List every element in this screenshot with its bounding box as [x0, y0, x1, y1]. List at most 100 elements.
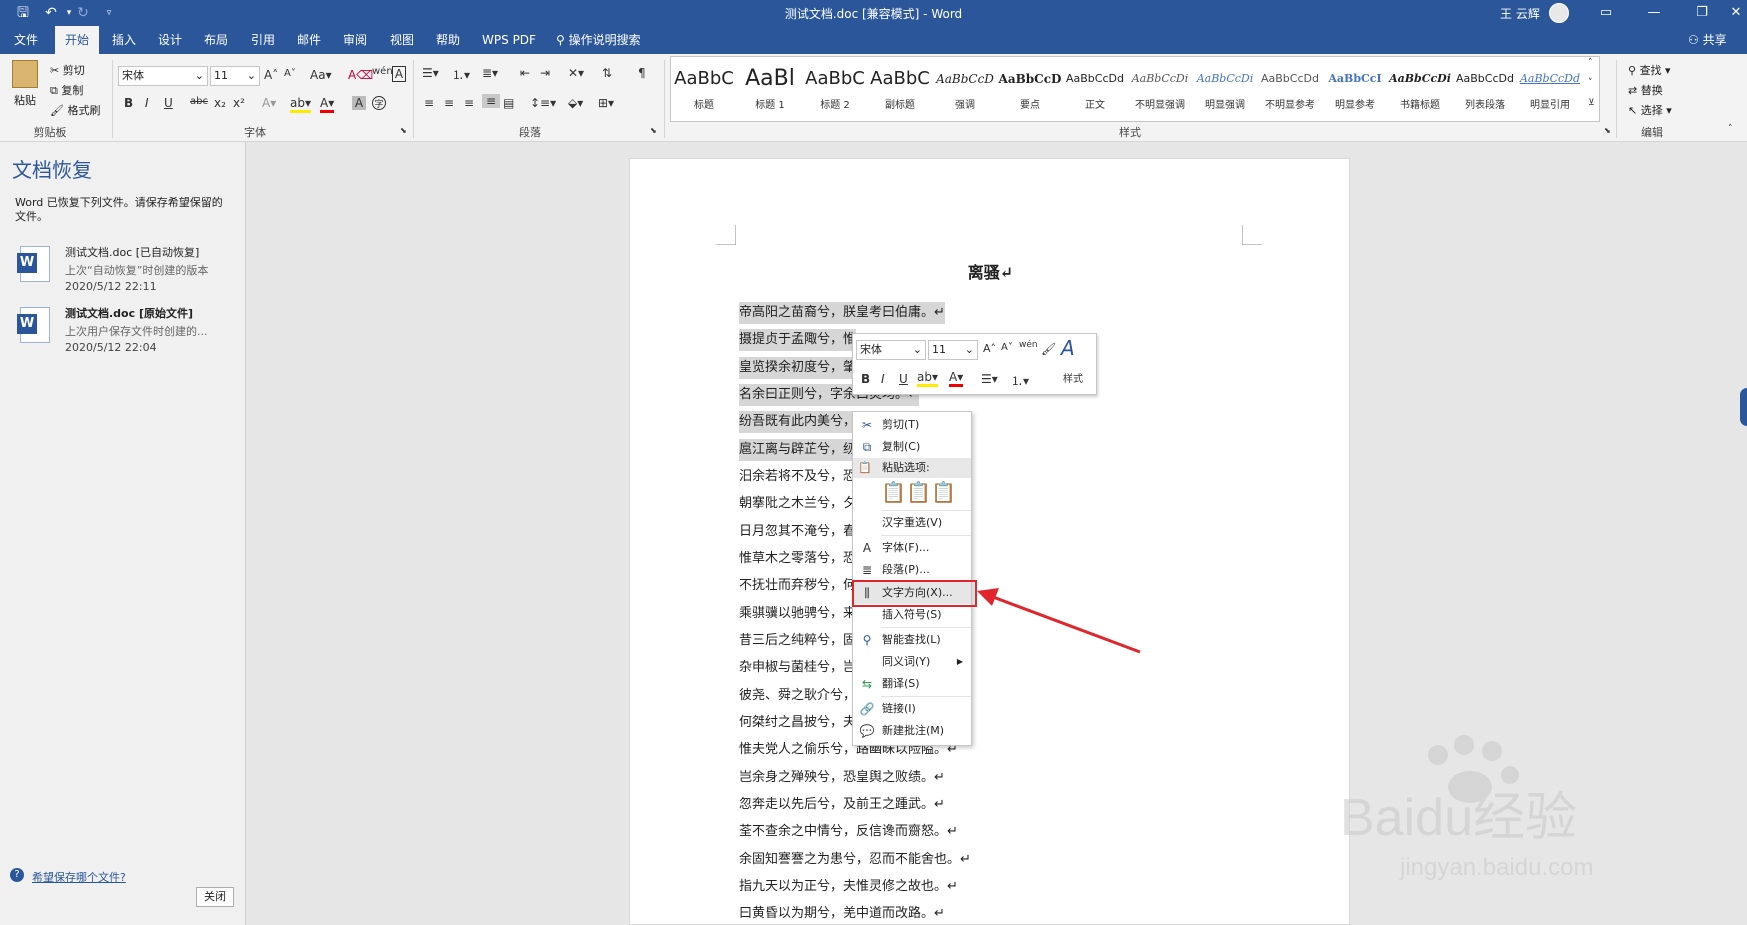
tab-home[interactable]: 开始	[55, 26, 99, 54]
decrease-indent-icon[interactable]: ⇤	[520, 66, 530, 80]
strikethrough-icon[interactable]: abc	[190, 96, 208, 107]
bold-icon[interactable]: B	[861, 372, 870, 386]
gallery-up-icon[interactable]: ˄	[1588, 58, 1593, 68]
chinese-layout-icon[interactable]: ✕▾	[568, 66, 584, 80]
style-title[interactable]: AaBbC 标题	[672, 62, 736, 120]
tab-design[interactable]: 设计	[150, 26, 190, 54]
font-color-icon[interactable]: A▾	[949, 370, 964, 387]
numbering-icon[interactable]: ⒈▾	[452, 66, 470, 83]
document-page[interactable]: 离骚↵ 帝高阳之苗裔兮，朕皇考曰伯庸。↵ 摄提贞于孟陬兮，惟 皇览揆余初度兮，肇…	[629, 158, 1350, 925]
menu-smart-lookup[interactable]: ⚲ 智能查找(L)	[853, 629, 971, 651]
bold-icon[interactable]: B	[124, 96, 133, 110]
style-intense-emphasis[interactable]: AaBbCcDi 明显强调	[1193, 62, 1257, 120]
tab-references[interactable]: 引用	[243, 26, 283, 54]
cut-button[interactable]: ✂ 剪切	[50, 62, 85, 78]
multilevel-list-icon[interactable]: ≣▾	[482, 66, 498, 80]
italic-icon[interactable]: I	[881, 372, 885, 386]
avatar[interactable]	[1549, 3, 1569, 23]
phonetic-guide-icon[interactable]: wén	[1019, 340, 1038, 350]
menu-insert-symbol[interactable]: 插入符号(S)	[853, 604, 971, 626]
superscript-icon[interactable]: x²	[233, 96, 245, 110]
bullets-icon[interactable]: ☰▾	[422, 66, 439, 80]
select-button[interactable]: ↖ 选择 ▾	[1628, 102, 1672, 118]
style-emphasis[interactable]: AaBbCcD 强调	[933, 62, 997, 120]
shading-icon[interactable]: ⬙▾	[568, 96, 583, 110]
font-color-icon[interactable]: A▾	[320, 96, 335, 113]
style-subtle-reference[interactable]: AaBbCcDd 不明显参考	[1258, 62, 1322, 120]
sort-icon[interactable]: ⇅	[602, 66, 612, 80]
style-normal[interactable]: AaBbCcDd 正文	[1063, 62, 1127, 120]
align-right-icon[interactable]: ≡	[464, 96, 474, 110]
align-center-icon[interactable]: ≡	[444, 96, 454, 110]
menu-translate[interactable]: ⇆ 翻译(S)	[853, 673, 971, 695]
style-heading2[interactable]: AaBbC 标题 2	[803, 62, 867, 120]
gallery-down-icon[interactable]: ˅	[1588, 78, 1593, 88]
character-shading-icon[interactable]: A	[352, 96, 366, 110]
paste-icon[interactable]	[12, 60, 38, 88]
style-subtitle[interactable]: AaBbC 副标题	[868, 62, 932, 120]
user-name[interactable]: 王 云辉	[1500, 5, 1540, 22]
tab-insert[interactable]: 插入	[104, 26, 144, 54]
menu-new-comment[interactable]: 💬 新建批注(M)	[853, 720, 971, 742]
menu-font[interactable]: A 字体(F)...	[853, 537, 971, 559]
numbering-icon[interactable]: ⒈▾	[1011, 372, 1029, 389]
font-size-combo[interactable]: 11 ⌄	[210, 66, 260, 86]
tab-layout[interactable]: 布局	[196, 26, 236, 54]
text-effects-icon[interactable]: A▾	[262, 96, 276, 110]
recovery-item[interactable]: W 测试文档.doc [已自动恢复] 上次“自动恢复”时创建的版本 2020/5…	[10, 242, 240, 300]
copy-button[interactable]: ⧉ 复制	[50, 82, 83, 98]
increase-indent-icon[interactable]: ⇥	[540, 66, 550, 80]
shrink-font-icon[interactable]: A˅	[1001, 342, 1013, 353]
mini-size-combo[interactable]: 11 ⌄	[928, 340, 978, 360]
styles-icon[interactable]: A	[1061, 336, 1075, 360]
style-intense-quote[interactable]: AaBbCcDd 明显引用	[1518, 62, 1582, 120]
change-case-icon[interactable]: Aa▾	[310, 68, 332, 82]
paste-button[interactable]: 粘贴	[14, 92, 36, 108]
grow-font-icon[interactable]: A˄	[983, 342, 996, 355]
style-subtle-emphasis[interactable]: AaBbCcDi 不明显强调	[1128, 62, 1192, 120]
show-marks-icon[interactable]: ¶	[638, 66, 646, 80]
distributed-icon[interactable]: ▤	[503, 96, 514, 110]
shrink-font-icon[interactable]: A˅	[284, 68, 296, 79]
recovery-item[interactable]: W 测试文档.doc [原始文件] 上次用户保存文件时创建的... 2020/5…	[10, 303, 240, 361]
styles-dialog-launcher-icon[interactable]: ⬊	[1604, 126, 1611, 135]
close-button[interactable]: 关闭	[196, 887, 234, 907]
tab-view[interactable]: 视图	[382, 26, 422, 54]
menu-copy[interactable]: ⧉ 复制(C)	[853, 436, 971, 458]
font-dialog-launcher-icon[interactable]: ⬊	[400, 126, 407, 135]
find-button[interactable]: ⚲ 查找 ▾	[1628, 62, 1671, 78]
style-list-paragraph[interactable]: AaBbCcDd 列表段落	[1453, 62, 1517, 120]
style-strong[interactable]: AaBbCcD 要点	[998, 62, 1062, 120]
minimize-icon[interactable]: —	[1631, 0, 1677, 26]
menu-synonyms[interactable]: 同义词(Y) ▶	[853, 651, 971, 673]
highlight-icon[interactable]: ab▾	[290, 96, 311, 113]
bullets-icon[interactable]: ☰▾	[981, 372, 998, 386]
phonetic-guide-icon[interactable]: wén	[372, 66, 393, 77]
help-link[interactable]: ? 希望保存哪个文件?	[10, 868, 126, 885]
clear-format-icon[interactable]: A⌫	[348, 68, 373, 82]
mini-font-combo[interactable]: 宋体 ⌄	[856, 340, 926, 360]
replace-button[interactable]: ⇄ 替换	[1628, 82, 1663, 98]
line-spacing-icon[interactable]: ↕≡▾	[530, 96, 556, 110]
ribbon-display-icon[interactable]: ▭	[1583, 0, 1629, 26]
tab-file[interactable]: 文件	[6, 26, 46, 54]
tab-wps-pdf[interactable]: WPS PDF	[476, 26, 542, 54]
justify-icon[interactable]: ≡	[482, 94, 500, 108]
tab-help[interactable]: 帮助	[428, 26, 468, 54]
menu-cut[interactable]: ✂ 剪切(T)	[853, 414, 971, 436]
collapse-ribbon-icon[interactable]: ˄	[1728, 124, 1733, 134]
menu-link[interactable]: 🔗 链接(I)	[853, 698, 971, 720]
style-heading1[interactable]: AaBl 标题 1	[738, 62, 802, 120]
highlight-icon[interactable]: ab▾	[917, 370, 938, 387]
character-border-icon[interactable]: A	[392, 66, 406, 82]
paste-text-only-icon[interactable]: 📋	[931, 480, 956, 504]
side-scroll-knob[interactable]	[1737, 385, 1747, 429]
tell-me-search[interactable]: ⚲ 操作说明搜索	[556, 26, 641, 54]
brush-icon[interactable]: 🖌	[1041, 342, 1056, 356]
subscript-icon[interactable]: x₂	[214, 96, 226, 110]
borders-icon[interactable]: ⊞▾	[598, 96, 614, 110]
menu-paragraph[interactable]: ≣ 段落(P)...	[853, 559, 971, 581]
underline-icon[interactable]: U	[899, 372, 908, 386]
align-left-icon[interactable]: ≡	[424, 96, 434, 110]
tab-review[interactable]: 审阅	[335, 26, 375, 54]
